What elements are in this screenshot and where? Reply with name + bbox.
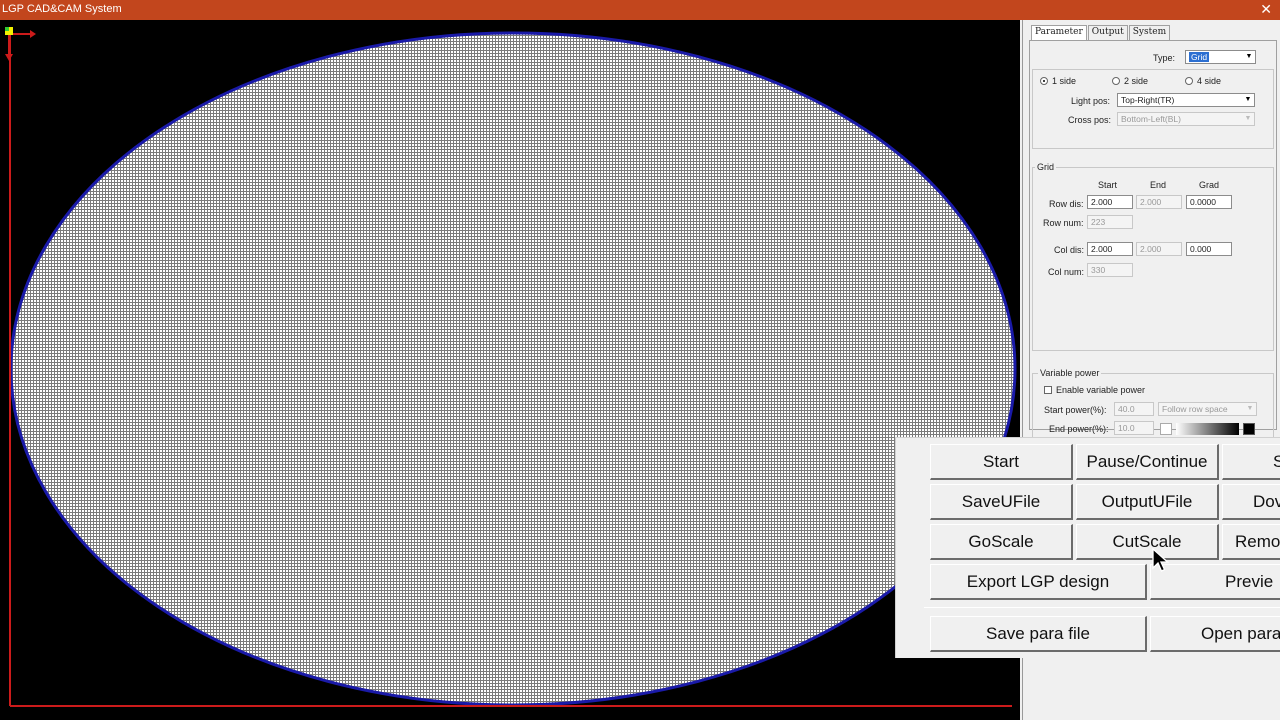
power-white-swatch[interactable]	[1160, 423, 1172, 435]
radio-label: 1 side	[1052, 76, 1077, 86]
tab-output[interactable]: Output	[1087, 25, 1128, 40]
col-num-field[interactable]: 330	[1087, 263, 1133, 277]
grid-pattern-fill	[11, 33, 1015, 705]
canvas-drawing	[5, 27, 1017, 707]
axis-marker-arrow-down	[5, 54, 13, 61]
cross-pos-label: Cross pos:	[1068, 115, 1112, 125]
radio-label: 2 side	[1124, 76, 1149, 86]
save-ufile-button[interactable]: SaveUFile	[930, 484, 1073, 520]
row-dis-grad-field[interactable]: 0.0000	[1186, 195, 1232, 209]
control-button-panel: Start Pause/Continue S SaveUFile OutputU…	[895, 437, 1280, 658]
close-icon[interactable]: ✕	[1260, 1, 1272, 17]
enable-variable-power-label: Enable variable power	[1056, 385, 1146, 395]
cross-pos-value: Bottom-Left(BL)	[1121, 114, 1181, 124]
radio-unchecked-icon	[1112, 77, 1120, 85]
cut-scale-button[interactable]: CutScale	[1076, 524, 1219, 560]
start-button[interactable]: Start	[930, 444, 1073, 480]
end-power-field[interactable]: 10.0	[1114, 421, 1154, 435]
title-bar: LGP CAD&CAM System ✕	[0, 0, 1280, 20]
tab-system[interactable]: System	[1128, 25, 1171, 40]
radio-1-side[interactable]: 1 side	[1040, 76, 1076, 86]
mouse-cursor-icon	[1152, 548, 1170, 572]
type-select[interactable]: Grid ▼	[1185, 50, 1256, 64]
window-title: LGP CAD&CAM System	[2, 3, 122, 15]
type-label: Type:	[1153, 53, 1176, 63]
tab-bar: Parameter Output System	[1031, 25, 1171, 41]
start-power-field[interactable]: 40.0	[1114, 402, 1154, 416]
enable-variable-power-checkbox[interactable]: Enable variable power	[1044, 385, 1145, 395]
follow-row-space-select[interactable]: Follow row space ▼	[1158, 402, 1257, 416]
col-num-label: Col num:	[1048, 267, 1085, 277]
button-divider	[924, 607, 1280, 608]
open-para-file-button[interactable]: Open para	[1150, 616, 1280, 652]
col-dis-label: Col dis:	[1054, 245, 1085, 255]
row-dis-end-field[interactable]: 2.000	[1136, 195, 1182, 209]
row-num-label: Row num:	[1043, 218, 1084, 228]
type-value: Grid	[1189, 52, 1210, 62]
radio-2-side[interactable]: 2 side	[1112, 76, 1148, 86]
power-black-swatch[interactable]	[1243, 423, 1255, 435]
save-para-file-button[interactable]: Save para file	[930, 616, 1147, 652]
radio-checked-icon	[1040, 77, 1048, 85]
chevron-down-icon: ▼	[1244, 96, 1252, 103]
cross-pos-select[interactable]: Bottom-Left(BL) ▼	[1117, 112, 1255, 126]
col-dis-start-field[interactable]: 2.000	[1087, 242, 1133, 256]
follow-row-space-value: Follow row space	[1162, 404, 1228, 414]
remove-button[interactable]: Remo	[1222, 524, 1280, 560]
tab-page-parameter: Type: Grid ▼ 1 side 2 side 4 side Light …	[1029, 40, 1277, 443]
axis-marker-arrow-right	[30, 30, 36, 38]
radio-label: 4 side	[1197, 76, 1222, 86]
checkbox-unchecked-icon	[1044, 386, 1052, 394]
pause-continue-button[interactable]: Pause/Continue	[1076, 444, 1219, 480]
chevron-down-icon: ▼	[1244, 115, 1252, 122]
chevron-down-icon: ▼	[1246, 405, 1254, 412]
tab-parameter[interactable]: Parameter	[1031, 25, 1087, 41]
origin-marker-inner	[5, 27, 9, 31]
radio-unchecked-icon	[1185, 77, 1193, 85]
chevron-down-icon: ▼	[1245, 53, 1253, 60]
go-scale-button[interactable]: GoScale	[930, 524, 1073, 560]
end-power-label: End power(%):	[1049, 424, 1109, 434]
power-gradient-bar	[1176, 423, 1239, 435]
export-lgp-design-button[interactable]: Export LGP design	[930, 564, 1147, 600]
row-dis-start-field[interactable]: 2.000	[1087, 195, 1133, 209]
light-pos-value: Top-Right(TR)	[1121, 95, 1175, 105]
output-ufile-button[interactable]: OutputUFile	[1076, 484, 1219, 520]
col-header-end: End	[1150, 180, 1167, 190]
col-dis-end-field[interactable]: 2.000	[1136, 242, 1182, 256]
row1-third-button[interactable]: S	[1222, 444, 1280, 480]
download-button[interactable]: Dov	[1222, 484, 1280, 520]
light-pos-label: Light pos:	[1071, 96, 1111, 106]
grid-group-title: Grid	[1035, 162, 1057, 172]
col-dis-grad-field[interactable]: 0.000	[1186, 242, 1232, 256]
radio-4-side[interactable]: 4 side	[1185, 76, 1221, 86]
variable-power-title: Variable power	[1038, 368, 1102, 378]
row-num-field[interactable]: 223	[1087, 215, 1133, 229]
row-dis-label: Row dis:	[1049, 199, 1084, 209]
design-canvas[interactable]	[0, 20, 1020, 720]
col-header-start: Start	[1098, 180, 1118, 190]
start-power-label: Start power(%):	[1044, 405, 1107, 415]
light-pos-select[interactable]: Top-Right(TR) ▼	[1117, 93, 1255, 107]
col-header-grad: Grad	[1199, 180, 1220, 190]
